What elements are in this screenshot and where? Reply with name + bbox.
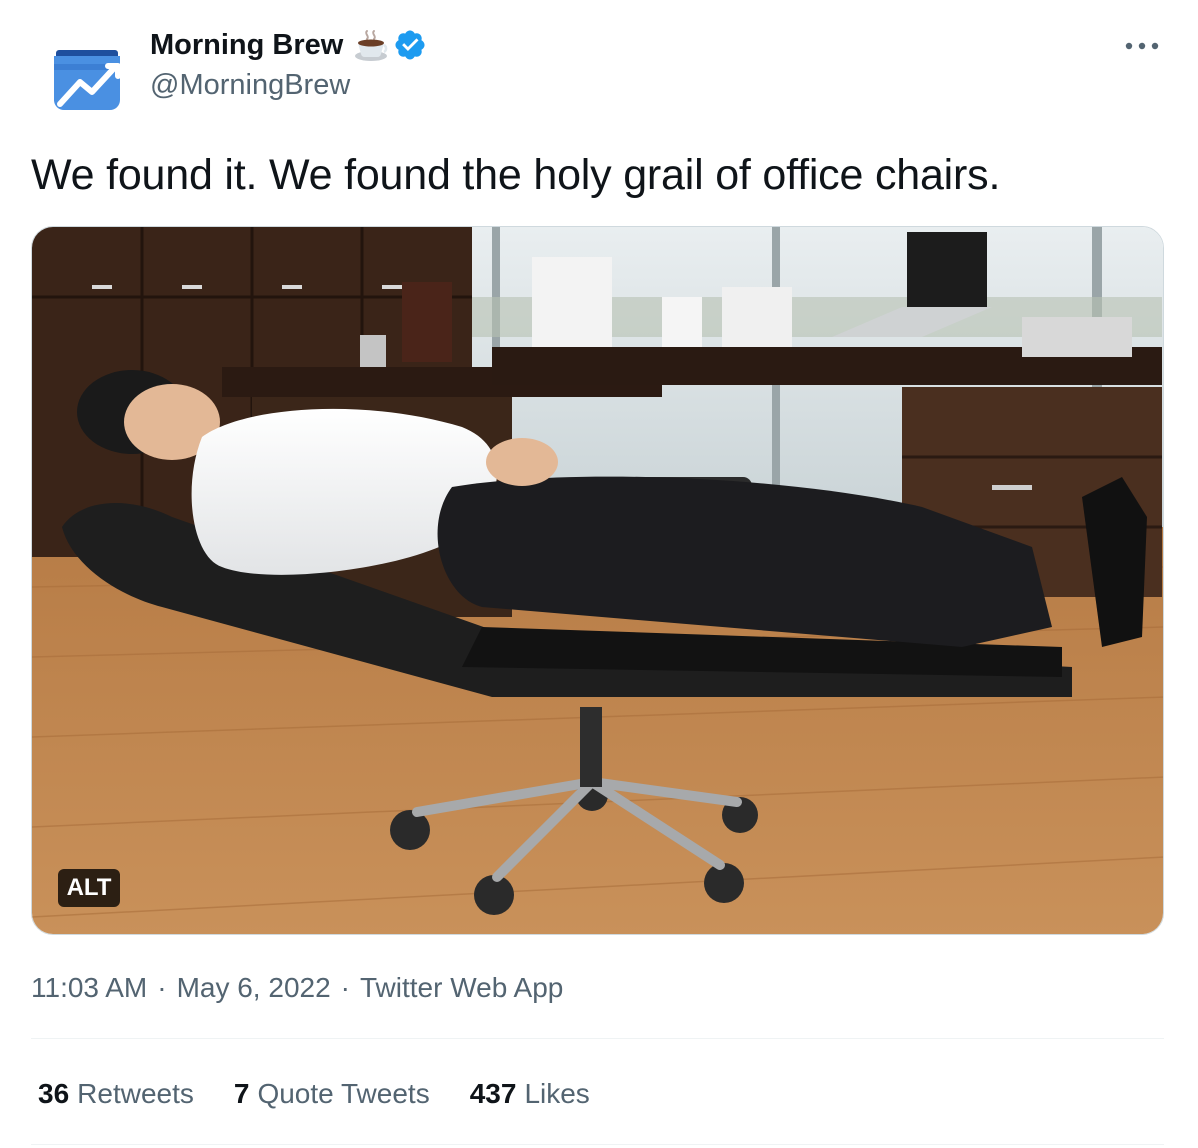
tweet-card: Morning Brew @MorningBrew We found it. W… xyxy=(0,0,1198,1148)
coffee-icon xyxy=(353,27,389,63)
meta-separator: · xyxy=(340,972,350,1003)
meta-separator: · xyxy=(157,972,167,1003)
tweet-text: We found it. We found the holy grail of … xyxy=(31,151,1001,199)
divider xyxy=(31,1144,1164,1145)
verified-badge-icon[interactable] xyxy=(393,28,427,62)
retweets-count: 36 xyxy=(38,1078,70,1109)
author-avatar[interactable] xyxy=(30,16,142,128)
tweet-source-link[interactable]: Twitter Web App xyxy=(360,970,563,1006)
author-name-row[interactable]: Morning Brew xyxy=(150,27,427,63)
tweet-date[interactable]: May 6, 2022 xyxy=(177,970,331,1006)
more-options-button[interactable] xyxy=(1120,28,1164,64)
quote-tweets-label: Quote Tweets xyxy=(257,1078,430,1109)
office-chair-photo xyxy=(32,227,1163,934)
quote-tweets-count: 7 xyxy=(233,1078,250,1109)
alt-text-badge[interactable]: ALT xyxy=(58,869,120,907)
tweet-time[interactable]: 11:03 AM xyxy=(31,970,147,1006)
more-dots-icon xyxy=(1125,42,1159,50)
mug-chart-icon xyxy=(30,16,142,128)
retweets-label: Retweets xyxy=(77,1078,194,1109)
tweet-media-photo[interactable]: ALT xyxy=(31,226,1164,935)
likes-count: 437 xyxy=(469,1078,517,1109)
divider xyxy=(31,1038,1164,1039)
tweet-stats: 36 Retweets 7 Quote Tweets 437 Likes xyxy=(38,1076,630,1112)
tweet-meta: 11:03 AM · May 6, 2022 · Twitter Web App xyxy=(31,970,563,1006)
author-name[interactable]: Morning Brew xyxy=(150,27,343,63)
likes-label: Likes xyxy=(524,1078,590,1109)
quote-tweets-stat[interactable]: 7 Quote Tweets xyxy=(234,1076,430,1112)
retweets-stat[interactable]: 36 Retweets xyxy=(38,1076,194,1112)
author-handle[interactable]: @MorningBrew xyxy=(150,67,350,103)
likes-stat[interactable]: 437 Likes xyxy=(470,1076,590,1112)
